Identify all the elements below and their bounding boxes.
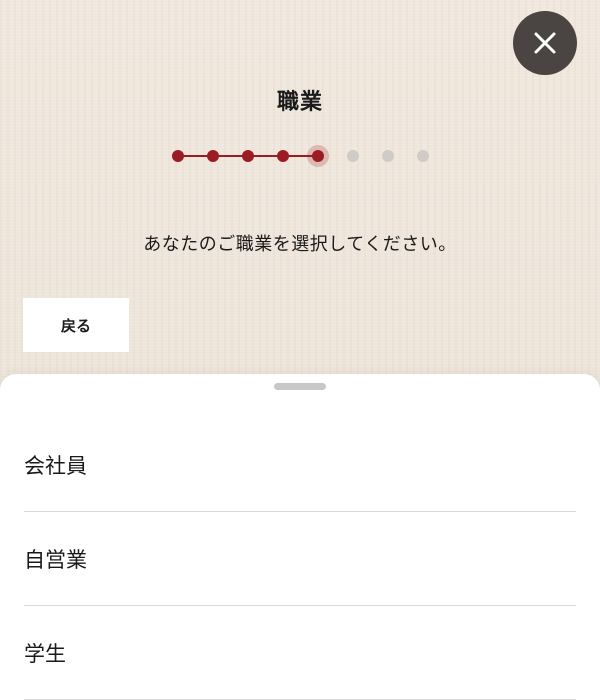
close-icon — [534, 32, 556, 54]
stepper-dot-5 — [312, 150, 324, 162]
close-button[interactable] — [513, 11, 577, 75]
stepper-dot-7 — [382, 150, 394, 162]
stepper-dot-2 — [207, 150, 219, 162]
stepper-dot-4 — [277, 150, 289, 162]
option-label: 学生 — [24, 641, 66, 666]
stepper-dot-3 — [242, 150, 254, 162]
stepper-dot-1 — [172, 150, 184, 162]
stepper-dot-6 — [347, 150, 359, 162]
progress-stepper — [172, 145, 429, 167]
back-button[interactable]: 戻る — [23, 298, 129, 352]
option-list: 会社員 自営業 学生 — [24, 418, 576, 700]
option-label: 自営業 — [24, 547, 87, 572]
option-sheet: 会社員 自営業 学生 — [0, 374, 600, 700]
option-item-company-employee[interactable]: 会社員 — [24, 418, 576, 512]
instruction-text: あなたのご職業を選択してください。 — [143, 234, 457, 255]
option-label: 会社員 — [24, 453, 87, 478]
option-item-self-employed[interactable]: 自営業 — [24, 512, 576, 606]
page-title: 職業 — [276, 90, 323, 115]
option-item-student[interactable]: 学生 — [24, 606, 576, 700]
sheet-drag-handle[interactable] — [274, 383, 326, 390]
stepper-dot-8 — [417, 150, 429, 162]
